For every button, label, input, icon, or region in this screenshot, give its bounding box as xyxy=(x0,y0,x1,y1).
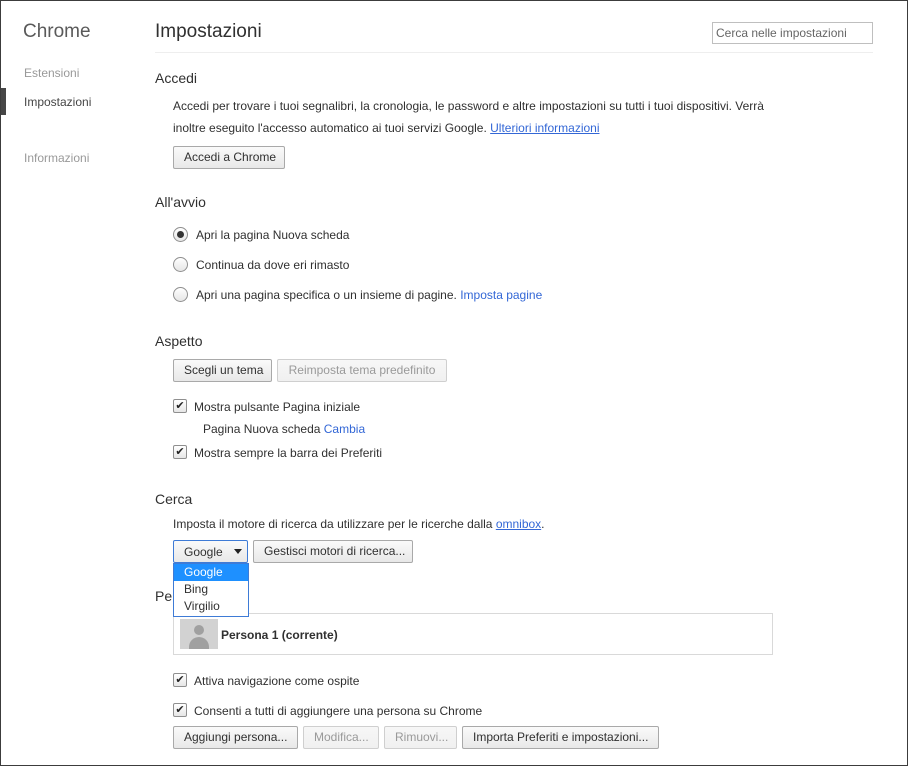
import-bookmarks-button[interactable]: Importa Preferiti e impostazioni... xyxy=(462,726,659,749)
checkbox-checked-icon[interactable]: ✔ xyxy=(173,703,187,717)
sidebar-item-informazioni[interactable]: Informazioni xyxy=(24,151,89,165)
change-home-page-link[interactable]: Cambia xyxy=(324,422,365,436)
set-pages-link[interactable]: Imposta pagine xyxy=(460,288,542,302)
radio-checked-icon[interactable] xyxy=(173,227,188,242)
guest-browsing-label: Attiva navigazione come ospite xyxy=(194,674,360,688)
search-engine-description: Imposta il motore di ricerca da utilizza… xyxy=(173,513,545,535)
sidebar-title: Chrome xyxy=(23,21,91,42)
checkbox-checked-icon[interactable]: ✔ xyxy=(173,445,187,459)
sidebar-active-marker xyxy=(1,88,6,115)
avatar-head-shape xyxy=(194,625,204,635)
dropdown-option-bing[interactable]: Bing xyxy=(174,581,248,598)
search-engine-selected-value: Google xyxy=(184,545,223,559)
accedi-description-line1: Accedi per trovare i tuoi segnalibri, la… xyxy=(173,99,764,113)
avatar-icon xyxy=(180,619,218,649)
search-engine-dropdown-list: Google Bing Virgilio xyxy=(173,563,249,617)
search-description-end: . xyxy=(541,517,545,531)
startup-option-label: Apri la pagina Nuova scheda xyxy=(196,228,350,242)
sidebar-item-impostazioni[interactable]: Impostazioni xyxy=(24,95,91,109)
startup-option-text: Apri una pagina specifica o un insieme d… xyxy=(196,288,457,302)
choose-theme-button[interactable]: Scegli un tema xyxy=(173,359,272,382)
section-heading-avvio: All'avvio xyxy=(155,194,206,210)
page-title: Impostazioni xyxy=(155,21,262,42)
more-info-link[interactable]: Ulteriori informazioni xyxy=(490,121,599,135)
add-person-button[interactable]: Aggiungi persona... xyxy=(173,726,298,749)
accedi-description-text: inoltre eseguito l'accesso automatico ai… xyxy=(173,121,487,135)
checkbox-checked-icon[interactable]: ✔ xyxy=(173,399,187,413)
home-page-setting: Pagina Nuova scheda Cambia xyxy=(203,418,365,440)
show-bookmarks-bar-label: Mostra sempre la barra dei Preferiti xyxy=(194,446,383,460)
search-engine-select[interactable]: Google xyxy=(173,540,248,563)
section-heading-accedi: Accedi xyxy=(155,70,198,86)
dropdown-option-google[interactable]: Google xyxy=(174,564,248,581)
startup-option-label: Apri una pagina specifica o un insieme d… xyxy=(196,287,542,303)
accedi-description-line2: inoltre eseguito l'accesso automatico ai… xyxy=(173,117,600,139)
dropdown-option-virgilio[interactable]: Virgilio xyxy=(174,598,248,615)
remove-person-button[interactable]: Rimuovi... xyxy=(384,726,457,749)
edit-person-button[interactable]: Modifica... xyxy=(303,726,379,749)
avatar-body-shape xyxy=(189,637,209,649)
person-list: Persona 1 (corrente) xyxy=(173,613,773,655)
checkbox-checked-icon[interactable]: ✔ xyxy=(173,673,187,687)
section-heading-cerca: Cerca xyxy=(155,491,193,507)
search-description-text: Imposta il motore di ricerca da utilizza… xyxy=(173,517,493,531)
chevron-down-icon xyxy=(234,549,242,554)
search-input[interactable] xyxy=(712,22,873,44)
header-divider xyxy=(155,52,873,53)
section-heading-aspetto: Aspetto xyxy=(155,333,203,349)
signin-chrome-button[interactable]: Accedi a Chrome xyxy=(173,146,285,169)
radio-unchecked-icon[interactable] xyxy=(173,257,188,272)
allow-add-person-label: Consenti a tutti di aggiungere una perso… xyxy=(194,704,483,718)
current-person-name[interactable]: Persona 1 (corrente) xyxy=(221,628,338,642)
radio-unchecked-icon[interactable] xyxy=(173,287,188,302)
omnibox-link[interactable]: omnibox xyxy=(496,517,541,531)
reset-theme-button[interactable]: Reimposta tema predefinito xyxy=(277,359,447,382)
manage-search-engines-button[interactable]: Gestisci motori di ricerca... xyxy=(253,540,413,563)
sidebar-item-estensioni[interactable]: Estensioni xyxy=(24,66,79,80)
startup-option-label: Continua da dove eri rimasto xyxy=(196,258,350,272)
show-home-button-label: Mostra pulsante Pagina iniziale xyxy=(194,400,361,414)
home-page-value: Pagina Nuova scheda xyxy=(203,422,321,436)
